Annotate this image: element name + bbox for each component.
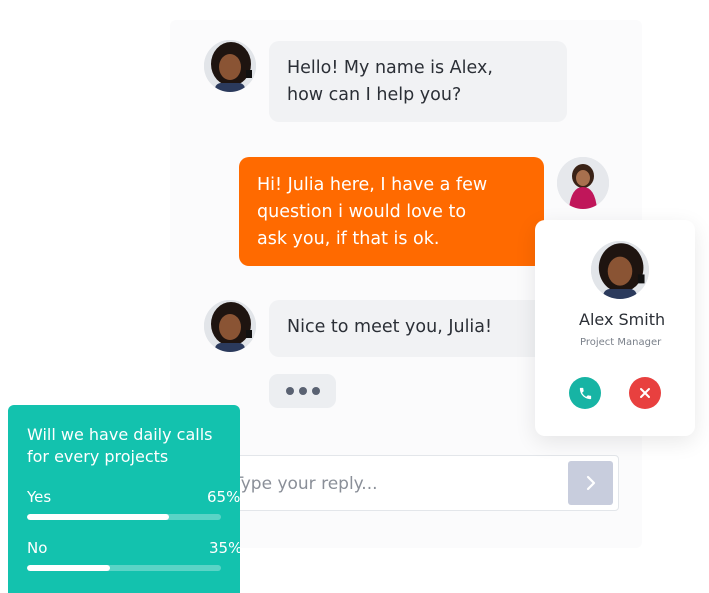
send-button[interactable] [568, 461, 613, 505]
poll-option-track[interactable] [27, 565, 221, 571]
profile-card: Alex Smith Project Manager [535, 220, 695, 436]
profile-avatar [591, 241, 649, 299]
message-line: Hi! Julia here, I have a few [257, 175, 488, 195]
message-line: Nice to meet you, Julia! [287, 317, 493, 337]
poll-card: Will we have daily calls for every proje… [8, 405, 240, 593]
message-bubble-agent: Nice to meet you, Julia! [269, 300, 569, 357]
poll-option-label: Yes [27, 488, 52, 506]
poll-option-fill [27, 565, 111, 571]
profile-avatar-image [591, 241, 649, 299]
agent-avatar [204, 40, 256, 92]
message-line: how can I help you? [287, 85, 462, 105]
call-button[interactable] [569, 377, 601, 409]
profile-name: Alex Smith [579, 310, 666, 329]
message-line: Hello! My name is Alex, [287, 58, 493, 78]
user-avatar [557, 157, 609, 209]
message-line: question i would love to [257, 202, 467, 222]
poll-option-fill [27, 514, 169, 520]
chevron-right-icon [586, 475, 595, 491]
poll-option-percent: 35% [209, 539, 240, 557]
reply-input[interactable] [231, 456, 565, 511]
typing-dot [311, 387, 320, 395]
reply-box [222, 455, 619, 511]
profile-role: Project Manager [580, 337, 662, 348]
message-line: ask you, if that is ok. [257, 229, 440, 249]
typing-dot [298, 387, 307, 395]
agent-avatar-image [204, 300, 256, 352]
user-avatar-image [557, 157, 609, 209]
poll-option-percent: 65% [207, 488, 240, 506]
poll-option-track[interactable] [27, 514, 221, 520]
poll-question: Will we have daily calls for every proje… [27, 425, 213, 466]
decline-button[interactable] [629, 377, 661, 409]
agent-avatar [204, 300, 256, 352]
close-icon [640, 388, 650, 398]
agent-avatar-image [204, 40, 256, 92]
message-bubble-agent: Hello! My name is Alex, how can I help y… [269, 41, 567, 122]
message-bubble-user: Hi! Julia here, I have a few question i … [239, 157, 544, 266]
typing-dots-icon [269, 374, 336, 408]
typing-dot [285, 387, 294, 395]
phone-icon [579, 387, 591, 399]
poll-option-label: No [27, 539, 48, 557]
